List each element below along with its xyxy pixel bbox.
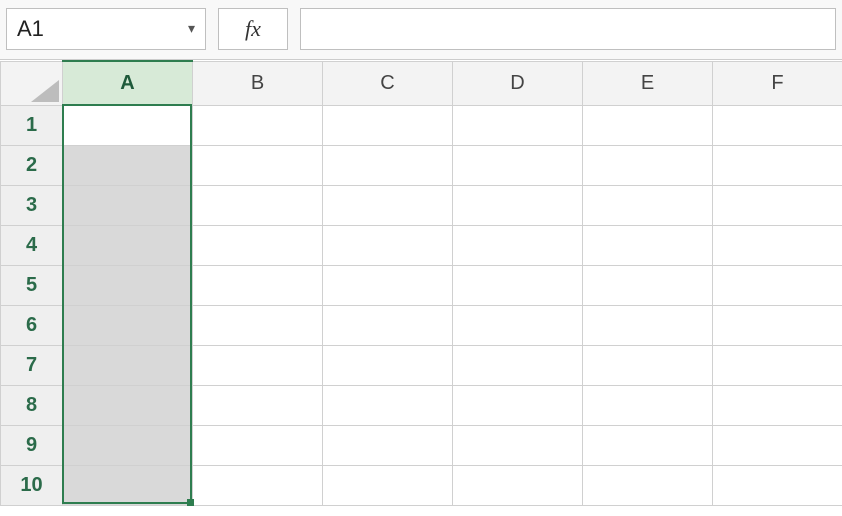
- chevron-down-icon[interactable]: ▾: [188, 20, 195, 37]
- column-header-row: A B C D E F: [1, 61, 842, 105]
- row: 7: [1, 345, 842, 385]
- cell-F5[interactable]: [713, 265, 842, 305]
- grid-body[interactable]: 1 2 3: [1, 105, 842, 505]
- cell-F4[interactable]: [713, 225, 842, 265]
- select-all-corner[interactable]: [1, 61, 63, 105]
- column-header-E[interactable]: E: [583, 61, 713, 105]
- cell-B3[interactable]: [193, 185, 323, 225]
- cell-B5[interactable]: [193, 265, 323, 305]
- cell-E2[interactable]: [583, 145, 713, 185]
- row-header-7[interactable]: 7: [1, 345, 63, 385]
- cell-E7[interactable]: [583, 345, 713, 385]
- cell-D9[interactable]: [453, 425, 583, 465]
- cell-A4[interactable]: [63, 225, 193, 265]
- cell-A10[interactable]: [63, 465, 193, 505]
- cell-F9[interactable]: [713, 425, 842, 465]
- row-header-9[interactable]: 9: [1, 425, 63, 465]
- column-header-B[interactable]: B: [193, 61, 323, 105]
- cell-A2[interactable]: [63, 145, 193, 185]
- grid-table[interactable]: A B C D E F 1 2: [0, 60, 842, 506]
- cell-C8[interactable]: [323, 385, 453, 425]
- row: 2: [1, 145, 842, 185]
- cell-F7[interactable]: [713, 345, 842, 385]
- cell-F3[interactable]: [713, 185, 842, 225]
- cell-C4[interactable]: [323, 225, 453, 265]
- row-header-8[interactable]: 8: [1, 385, 63, 425]
- cell-B8[interactable]: [193, 385, 323, 425]
- cell-C3[interactable]: [323, 185, 453, 225]
- cell-A5[interactable]: [63, 265, 193, 305]
- cell-B6[interactable]: [193, 305, 323, 345]
- cell-D1[interactable]: [453, 105, 583, 145]
- cell-D2[interactable]: [453, 145, 583, 185]
- row-header-6[interactable]: 6: [1, 305, 63, 345]
- row-header-3[interactable]: 3: [1, 185, 63, 225]
- cell-E9[interactable]: [583, 425, 713, 465]
- row: 3: [1, 185, 842, 225]
- cell-C5[interactable]: [323, 265, 453, 305]
- cell-B1[interactable]: [193, 105, 323, 145]
- column-header-D[interactable]: D: [453, 61, 583, 105]
- cell-F8[interactable]: [713, 385, 842, 425]
- cell-A1[interactable]: [63, 105, 193, 145]
- cell-C1[interactable]: [323, 105, 453, 145]
- cell-D7[interactable]: [453, 345, 583, 385]
- column-header-C[interactable]: C: [323, 61, 453, 105]
- cell-D6[interactable]: [453, 305, 583, 345]
- cell-C2[interactable]: [323, 145, 453, 185]
- column-header-A[interactable]: A: [63, 61, 193, 105]
- cell-E10[interactable]: [583, 465, 713, 505]
- cell-D4[interactable]: [453, 225, 583, 265]
- cell-B4[interactable]: [193, 225, 323, 265]
- cell-B10[interactable]: [193, 465, 323, 505]
- cell-C6[interactable]: [323, 305, 453, 345]
- cell-F6[interactable]: [713, 305, 842, 345]
- cell-D5[interactable]: [453, 265, 583, 305]
- cell-F2[interactable]: [713, 145, 842, 185]
- row: 9: [1, 425, 842, 465]
- row-header-2[interactable]: 2: [1, 145, 63, 185]
- cell-B7[interactable]: [193, 345, 323, 385]
- fx-button[interactable]: fx: [218, 8, 288, 50]
- row-header-5[interactable]: 5: [1, 265, 63, 305]
- cell-A7[interactable]: [63, 345, 193, 385]
- cell-E6[interactable]: [583, 305, 713, 345]
- spreadsheet-grid[interactable]: A B C D E F 1 2: [0, 60, 842, 516]
- row-header-10[interactable]: 10: [1, 465, 63, 505]
- formula-bar: ▾ fx: [0, 0, 842, 60]
- cell-D3[interactable]: [453, 185, 583, 225]
- cell-D10[interactable]: [453, 465, 583, 505]
- cell-E1[interactable]: [583, 105, 713, 145]
- formula-input-container[interactable]: [300, 8, 836, 50]
- row-header-1[interactable]: 1: [1, 105, 63, 145]
- formula-input[interactable]: [311, 9, 825, 49]
- cell-C9[interactable]: [323, 425, 453, 465]
- row: 8: [1, 385, 842, 425]
- column-header-F[interactable]: F: [713, 61, 842, 105]
- cell-E4[interactable]: [583, 225, 713, 265]
- cell-C10[interactable]: [323, 465, 453, 505]
- cell-D8[interactable]: [453, 385, 583, 425]
- cell-E5[interactable]: [583, 265, 713, 305]
- row: 4: [1, 225, 842, 265]
- cell-A8[interactable]: [63, 385, 193, 425]
- cell-E8[interactable]: [583, 385, 713, 425]
- fx-label: fx: [245, 16, 261, 42]
- row-header-4[interactable]: 4: [1, 225, 63, 265]
- cell-F10[interactable]: [713, 465, 842, 505]
- name-box-input[interactable]: [17, 16, 188, 42]
- row: 6: [1, 305, 842, 345]
- row: 1: [1, 105, 842, 145]
- row: 10: [1, 465, 842, 505]
- cell-A3[interactable]: [63, 185, 193, 225]
- cell-F1[interactable]: [713, 105, 842, 145]
- cell-E3[interactable]: [583, 185, 713, 225]
- cell-A6[interactable]: [63, 305, 193, 345]
- name-box[interactable]: ▾: [6, 8, 206, 50]
- cell-C7[interactable]: [323, 345, 453, 385]
- row: 5: [1, 265, 842, 305]
- cell-B2[interactable]: [193, 145, 323, 185]
- cell-B9[interactable]: [193, 425, 323, 465]
- cell-A9[interactable]: [63, 425, 193, 465]
